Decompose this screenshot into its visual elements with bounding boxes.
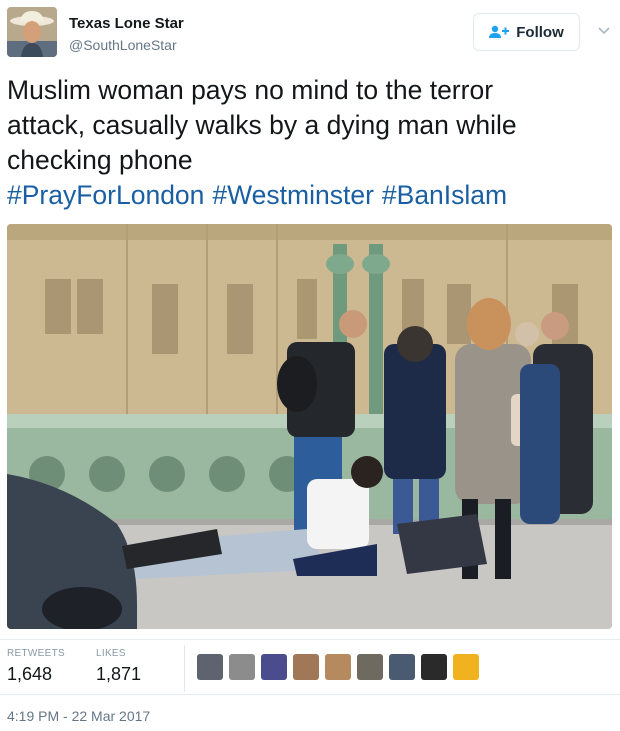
liker-avatars <box>197 654 479 680</box>
hashtag-line: #PrayForLondon #Westminster #BanIslam <box>7 178 612 213</box>
follow-button[interactable]: Follow <box>473 13 580 51</box>
liker-avatar[interactable] <box>197 654 223 680</box>
liker-avatar[interactable] <box>389 654 415 680</box>
liker-avatar[interactable] <box>261 654 287 680</box>
liker-avatar[interactable] <box>293 654 319 680</box>
likes-count[interactable]: 1,871 <box>96 664 141 685</box>
author-display-name[interactable]: Texas Lone Star <box>69 15 184 32</box>
tweet-line: checking phone <box>7 145 193 175</box>
retweets-count[interactable]: 1,648 <box>7 664 52 685</box>
liker-avatar[interactable] <box>357 654 383 680</box>
chevron-down-icon[interactable] <box>597 26 611 36</box>
tweet-photo[interactable] <box>7 224 612 629</box>
likes-label: LIKES <box>96 648 126 659</box>
liker-avatar[interactable] <box>229 654 255 680</box>
liker-avatar[interactable] <box>453 654 479 680</box>
retweets-label: RETWEETS <box>7 648 65 659</box>
tweet-timestamp[interactable]: 4:19 PM - 22 Mar 2017 <box>7 708 150 724</box>
divider <box>0 639 620 640</box>
tweet-text: Muslim woman pays no mind to the terror … <box>7 73 612 213</box>
tweet-line: attack, casually walks by a dying man wh… <box>7 110 517 140</box>
add-user-icon <box>489 25 510 38</box>
follow-label: Follow <box>516 23 564 41</box>
author-handle[interactable]: @SouthLoneStar <box>69 37 177 53</box>
liker-avatar[interactable] <box>421 654 447 680</box>
divider <box>184 645 185 692</box>
hashtag-link[interactable]: #Westminster <box>212 180 374 210</box>
hashtag-link[interactable]: #PrayForLondon <box>7 180 204 210</box>
avatar[interactable] <box>7 7 57 57</box>
divider <box>0 694 620 695</box>
hashtag-link[interactable]: #BanIslam <box>382 180 507 210</box>
liker-avatar[interactable] <box>325 654 351 680</box>
tweet-line: Muslim woman pays no mind to the terror <box>7 75 494 105</box>
